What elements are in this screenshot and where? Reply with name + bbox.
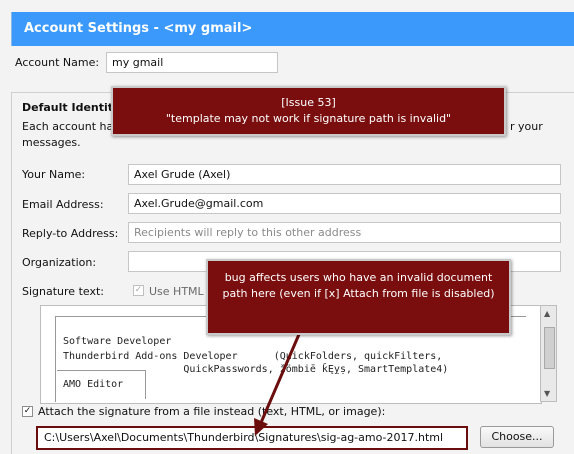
issue-callout: [Issue 53] "template may not work if sig… — [111, 86, 506, 136]
bug-callout: bug affects users who have an invalid do… — [206, 259, 511, 335]
issue-callout-text: "template may not work if signature path… — [165, 112, 452, 125]
annotation-arrow — [254, 331, 302, 436]
issue-callout-title: [Issue 53] — [281, 96, 336, 109]
